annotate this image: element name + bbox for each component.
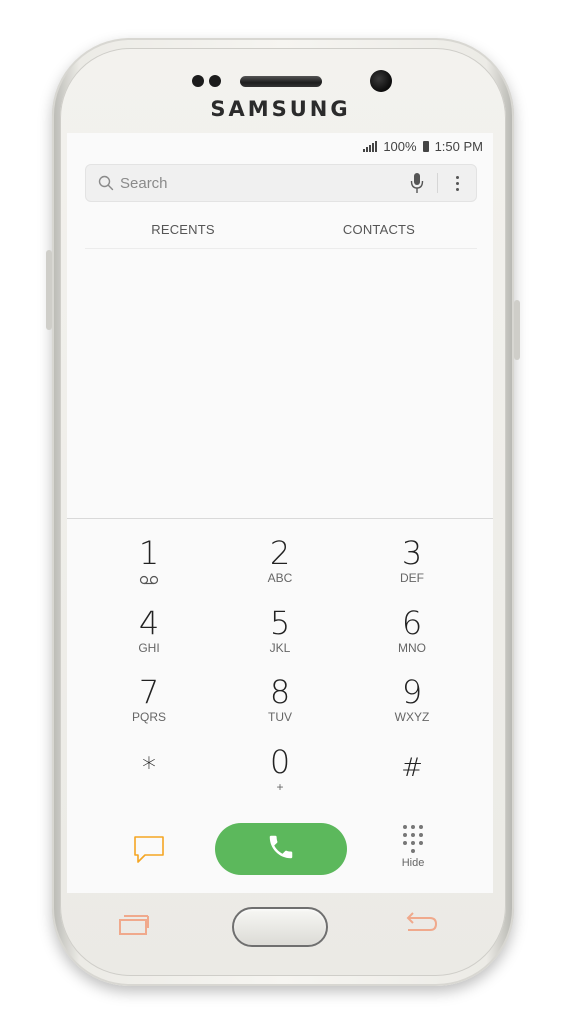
key-letters: WXYZ: [394, 710, 430, 724]
key-letters: MNO: [398, 641, 426, 655]
volume-button: [46, 250, 52, 330]
message-icon[interactable]: [133, 833, 165, 865]
dialer-actions: Hide: [67, 823, 493, 883]
key-3[interactable]: 3 DEF: [352, 536, 472, 600]
earpiece-speaker: [240, 76, 322, 87]
status-bar: 100% 1:50 PM: [67, 133, 493, 159]
key-8[interactable]: 8 TUV: [220, 675, 340, 739]
key-digit: #: [401, 753, 423, 783]
key-digit: 4: [138, 604, 160, 642]
key-letters: GHI: [138, 641, 160, 655]
microphone-icon[interactable]: [407, 171, 427, 195]
key-letters: ABC: [267, 571, 293, 585]
clock: 1:50 PM: [434, 138, 483, 154]
key-digit: *: [142, 751, 156, 784]
key-1[interactable]: 1: [89, 536, 209, 600]
search-icon: [98, 175, 114, 191]
key-digit: 3: [401, 534, 423, 572]
battery-percent: 100%: [383, 138, 417, 154]
more-options-icon[interactable]: [450, 172, 464, 194]
key-9[interactable]: 9 WXYZ: [352, 675, 472, 739]
search-divider: [437, 173, 438, 193]
key-digit: 0: [269, 743, 291, 781]
tab-bar: RECENTS CONTACTS: [85, 217, 477, 249]
battery-icon: [422, 140, 429, 152]
key-letters: TUV: [268, 710, 292, 724]
sensor-dot-2: [209, 75, 221, 87]
dialpad-icon: [402, 825, 424, 853]
phone-icon: [266, 832, 296, 867]
key-star[interactable]: *: [89, 745, 209, 809]
key-letters: DEF: [400, 571, 424, 585]
tab-recents[interactable]: RECENTS: [85, 217, 281, 248]
phone-screen: 100% 1:50 PM Search RECENTS CONTACTS 1 2…: [67, 133, 493, 893]
key-4[interactable]: 4 GHI: [89, 606, 209, 670]
key-0[interactable]: 0 +: [220, 745, 340, 809]
key-letters: PQRS: [131, 710, 166, 724]
key-letters: +: [276, 780, 284, 794]
key-7[interactable]: 7 PQRS: [89, 675, 209, 739]
power-button: [514, 300, 520, 360]
key-digit: 9: [401, 673, 423, 711]
keypad-divider: [67, 518, 493, 519]
recent-apps-icon[interactable]: [116, 912, 152, 938]
back-icon[interactable]: [402, 910, 440, 938]
sensor-dot-1: [192, 75, 204, 87]
key-letters: JKL: [269, 641, 291, 655]
call-button[interactable]: [215, 823, 347, 875]
key-digit: 1: [138, 534, 160, 572]
key-digit: 5: [269, 604, 291, 642]
voicemail-icon: [139, 572, 159, 585]
brand-logo: SAMSUNG: [210, 97, 351, 121]
hide-keypad-button[interactable]: Hide: [393, 825, 433, 877]
front-camera: [370, 70, 392, 92]
key-2[interactable]: 2 ABC: [220, 536, 340, 600]
key-digit: 6: [401, 604, 423, 642]
search-input[interactable]: Search: [120, 175, 407, 192]
tab-contacts[interactable]: CONTACTS: [281, 217, 477, 248]
home-button[interactable]: [232, 907, 328, 947]
key-digit: 8: [269, 673, 291, 711]
key-digit: 2: [269, 534, 291, 572]
hide-label: Hide: [401, 857, 425, 869]
key-digit: 7: [138, 673, 160, 711]
key-hash[interactable]: #: [352, 745, 472, 809]
search-bar[interactable]: Search: [85, 164, 477, 202]
signal-icon: [363, 140, 378, 152]
key-6[interactable]: 6 MNO: [352, 606, 472, 670]
key-5[interactable]: 5 JKL: [220, 606, 340, 670]
